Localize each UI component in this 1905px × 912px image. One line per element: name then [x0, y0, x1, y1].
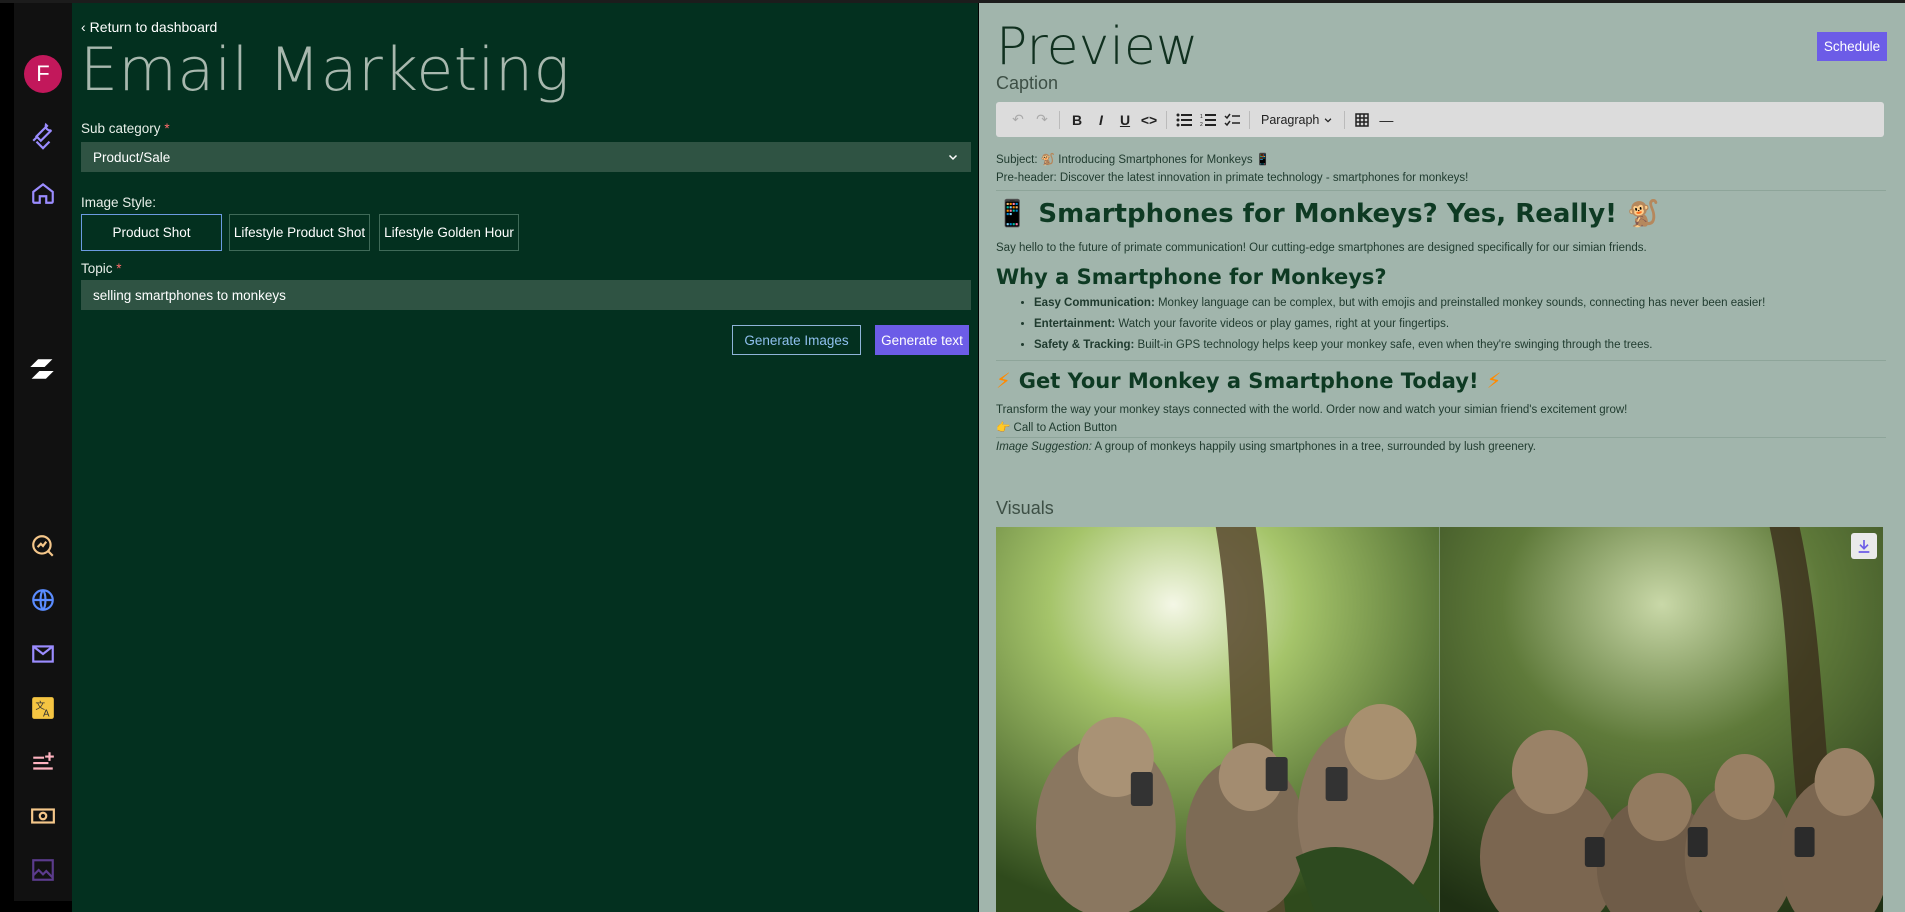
preview-panel: Preview Schedule Caption ↶ ↷ B I U <> 12…	[979, 3, 1905, 912]
chevron-left-icon: ‹	[81, 19, 86, 35]
globe-icon[interactable]	[30, 587, 56, 613]
email-intro: Say hello to the future of primate commu…	[996, 242, 1647, 254]
redo-icon[interactable]: ↷	[1030, 108, 1054, 132]
list-item: Easy Communication: Monkey language can …	[1034, 297, 1886, 309]
undo-icon[interactable]: ↶	[1006, 108, 1030, 132]
list-item: Entertainment: Watch your favorite video…	[1034, 318, 1886, 330]
horizontal-rule-icon[interactable]: —	[1374, 108, 1398, 132]
benefits-list: Easy Communication: Monkey language can …	[1034, 297, 1886, 351]
caption-label: Caption	[996, 73, 1059, 93]
checklist-icon[interactable]	[1220, 108, 1244, 132]
divider	[996, 190, 1886, 191]
generate-images-button[interactable]: Generate Images	[732, 325, 861, 355]
topic-label: Topic *	[81, 261, 122, 276]
schedule-button[interactable]: Schedule	[1817, 32, 1887, 61]
analytics-search-icon[interactable]	[30, 533, 56, 559]
money-icon[interactable]	[30, 803, 56, 829]
email-heading-3: ⚡ Get Your Monkey a Smartphone Today! ⚡	[996, 369, 1886, 393]
return-to-dashboard-link[interactable]: ‹ Return to dashboard	[81, 19, 217, 35]
toolbar-divider	[1249, 110, 1250, 129]
sidebar: F 文A	[14, 3, 72, 901]
page-title: Email Marketing	[80, 35, 570, 105]
cta-paragraph: Transform the way your monkey stays conn…	[996, 404, 1628, 416]
visuals-label: Visuals	[996, 498, 1054, 518]
monkey-emoji-icon: 🐒	[1627, 199, 1660, 229]
block-format-value: Paragraph	[1261, 112, 1320, 127]
form-panel: ‹ Return to dashboard Email Marketing Su…	[72, 3, 978, 912]
preview-title: Preview	[996, 17, 1199, 77]
download-icon	[1858, 540, 1870, 553]
subcategory-value: Product/Sale	[93, 149, 171, 165]
chevron-down-icon	[1325, 117, 1332, 123]
divider	[996, 360, 1886, 361]
style-product-shot-button[interactable]: Product Shot	[81, 214, 222, 251]
lightning-emoji-icon: ⚡	[1486, 369, 1502, 393]
phone-emoji-icon: 📱	[996, 199, 1029, 229]
style-lifestyle-product-shot-button[interactable]: Lifestyle Product Shot	[229, 214, 370, 251]
underline-icon[interactable]: U	[1113, 108, 1137, 132]
svg-text:A: A	[43, 709, 50, 720]
image-style-label: Image Style:	[81, 195, 157, 210]
code-icon[interactable]: <>	[1137, 108, 1161, 132]
cta-button-line: 👉 Call to Action Button	[996, 422, 1118, 434]
editor-toolbar: ↶ ↷ B I U <> 12 Paragraph —	[996, 102, 1884, 137]
toolbar-divider	[1344, 110, 1346, 129]
brand-logo-icon	[22, 352, 62, 386]
visuals-gallery	[996, 527, 1883, 912]
download-button[interactable]	[1851, 533, 1877, 559]
heading-3-text: Get Your Monkey a Smartphone Today!	[1018, 369, 1479, 393]
email-heading-1: 📱 Smartphones for Monkeys? Yes, Really! …	[996, 199, 1886, 229]
italic-icon[interactable]: I	[1089, 108, 1113, 132]
style-lifestyle-golden-hour-button[interactable]: Lifestyle Golden Hour	[379, 214, 519, 251]
email-heading-2: Why a Smartphone for Monkeys?	[996, 265, 1387, 289]
block-format-select[interactable]: Paragraph	[1255, 113, 1339, 127]
generated-image-2[interactable]	[1439, 527, 1883, 912]
email-content-editor[interactable]: Subject: 🐒 Introducing Smartphones for M…	[996, 151, 1886, 456]
subcategory-select[interactable]: Product/Sale	[81, 142, 971, 172]
svg-text:2: 2	[1200, 122, 1203, 127]
add-list-icon[interactable]	[30, 749, 56, 775]
toolbar-divider	[1166, 110, 1167, 129]
email-subject: Subject: 🐒 Introducing Smartphones for M…	[996, 154, 1271, 166]
generate-text-button[interactable]: Generate text	[875, 325, 969, 355]
generated-image-1[interactable]	[996, 527, 1440, 912]
user-avatar[interactable]: F	[24, 55, 62, 93]
list-item: Safety & Tracking: Built-in GPS technolo…	[1034, 339, 1886, 351]
add-image-icon[interactable]	[30, 857, 56, 883]
translate-icon[interactable]: 文A	[30, 695, 56, 721]
lightning-emoji-icon: ⚡	[996, 369, 1011, 393]
heading-1-text: Smartphones for Monkeys? Yes, Really!	[1038, 199, 1618, 229]
email-icon[interactable]	[30, 641, 56, 667]
topic-input[interactable]: selling smartphones to monkeys	[81, 280, 971, 310]
table-icon[interactable]	[1350, 108, 1374, 132]
subcategory-label: Sub category *	[81, 121, 170, 136]
numbered-list-icon[interactable]: 12	[1196, 108, 1220, 132]
chevron-down-icon[interactable]	[30, 140, 56, 152]
home-icon[interactable]	[30, 180, 56, 206]
toolbar-divider	[1059, 110, 1060, 129]
email-preheader: Pre-header: Discover the latest innovati…	[996, 172, 1469, 184]
image-suggestion: Image Suggestion: A group of monkeys hap…	[996, 441, 1536, 453]
bullet-list-icon[interactable]	[1172, 108, 1196, 132]
return-to-dashboard-label: Return to dashboard	[89, 19, 218, 35]
chevron-down-icon	[948, 154, 958, 161]
bold-icon[interactable]: B	[1065, 108, 1089, 132]
svg-text:1: 1	[1200, 114, 1203, 120]
